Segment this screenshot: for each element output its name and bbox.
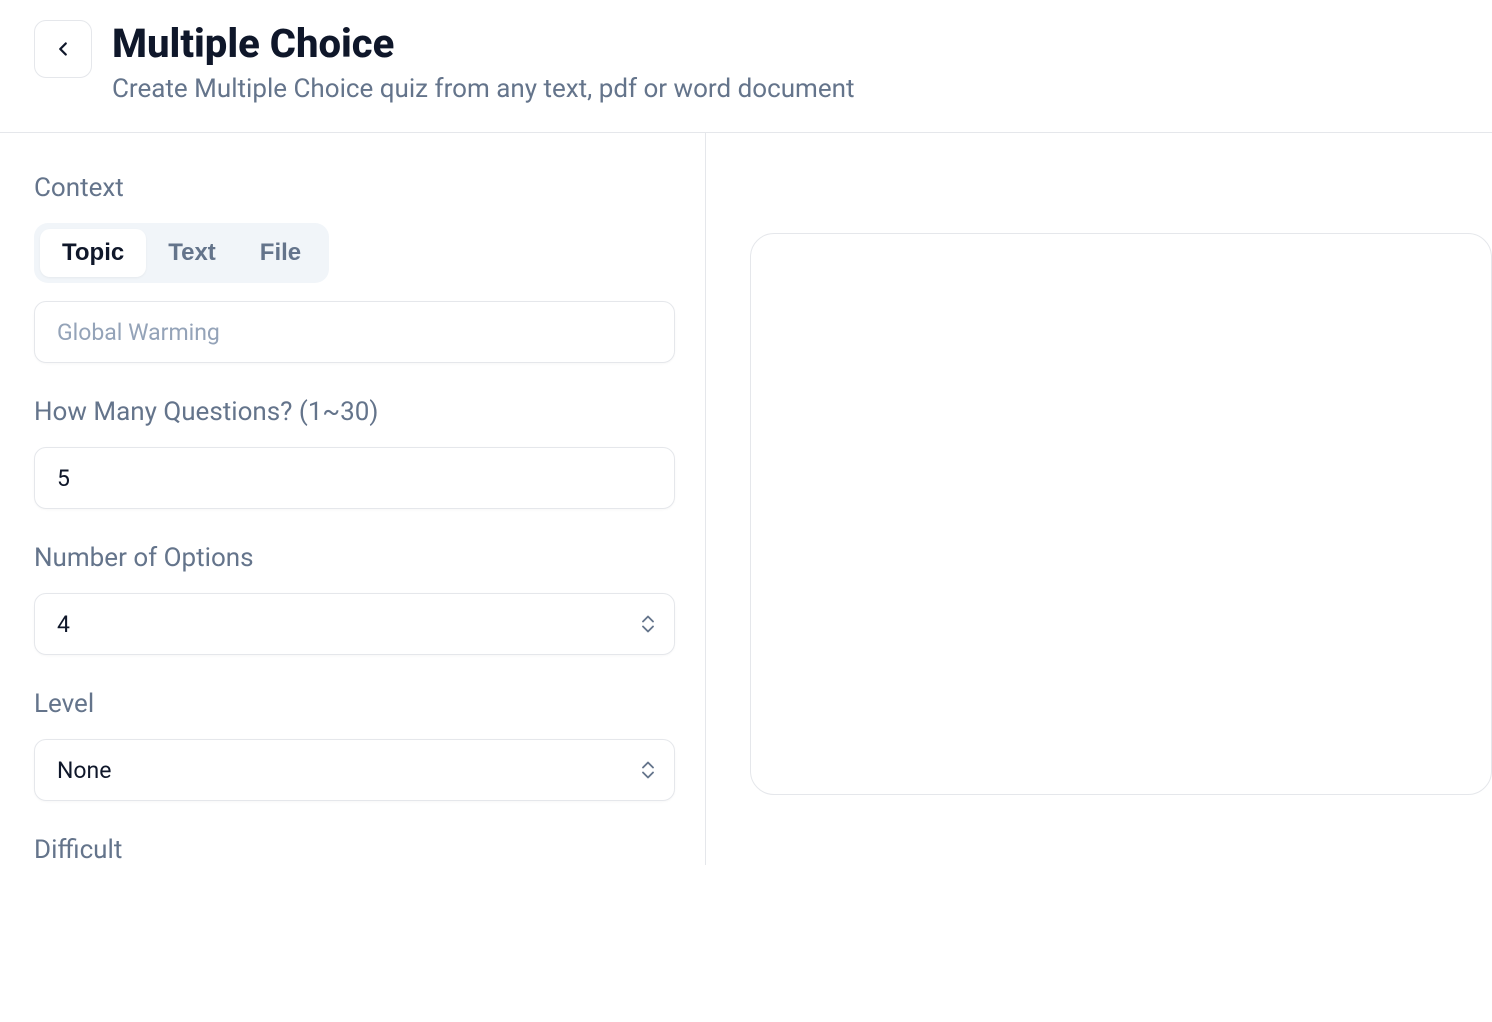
header-text: Multiple Choice Create Multiple Choice q… — [112, 20, 855, 104]
context-field: Context Topic Text File — [34, 173, 675, 363]
options-select[interactable]: 4 — [34, 593, 675, 655]
topic-input[interactable] — [34, 301, 675, 363]
options-field: Number of Options 4 — [34, 543, 675, 655]
page-header: Multiple Choice Create Multiple Choice q… — [0, 0, 1492, 133]
options-label: Number of Options — [34, 543, 675, 573]
level-label: Level — [34, 689, 675, 719]
chevron-left-icon — [52, 38, 74, 60]
back-button[interactable] — [34, 20, 92, 78]
difficult-label: Difficult — [34, 835, 675, 865]
level-value: None — [57, 757, 111, 784]
context-tabs: Topic Text File — [34, 223, 329, 283]
context-label: Context — [34, 173, 675, 203]
questions-field: How Many Questions? (1~30) — [34, 397, 675, 509]
options-value: 4 — [57, 611, 70, 638]
tab-file[interactable]: File — [238, 229, 323, 277]
difficult-field: Difficult — [34, 835, 675, 865]
page-subtitle: Create Multiple Choice quiz from any tex… — [112, 74, 855, 104]
tab-topic[interactable]: Topic — [40, 229, 146, 277]
page-title: Multiple Choice — [112, 20, 855, 68]
level-field: Level None — [34, 689, 675, 801]
tab-text[interactable]: Text — [146, 229, 238, 277]
form-column: Context Topic Text File How Many Questio… — [0, 133, 706, 865]
preview-column — [706, 133, 1492, 865]
preview-box — [750, 233, 1492, 795]
questions-label: How Many Questions? (1~30) — [34, 397, 675, 427]
level-select[interactable]: None — [34, 739, 675, 801]
questions-input[interactable] — [34, 447, 675, 509]
